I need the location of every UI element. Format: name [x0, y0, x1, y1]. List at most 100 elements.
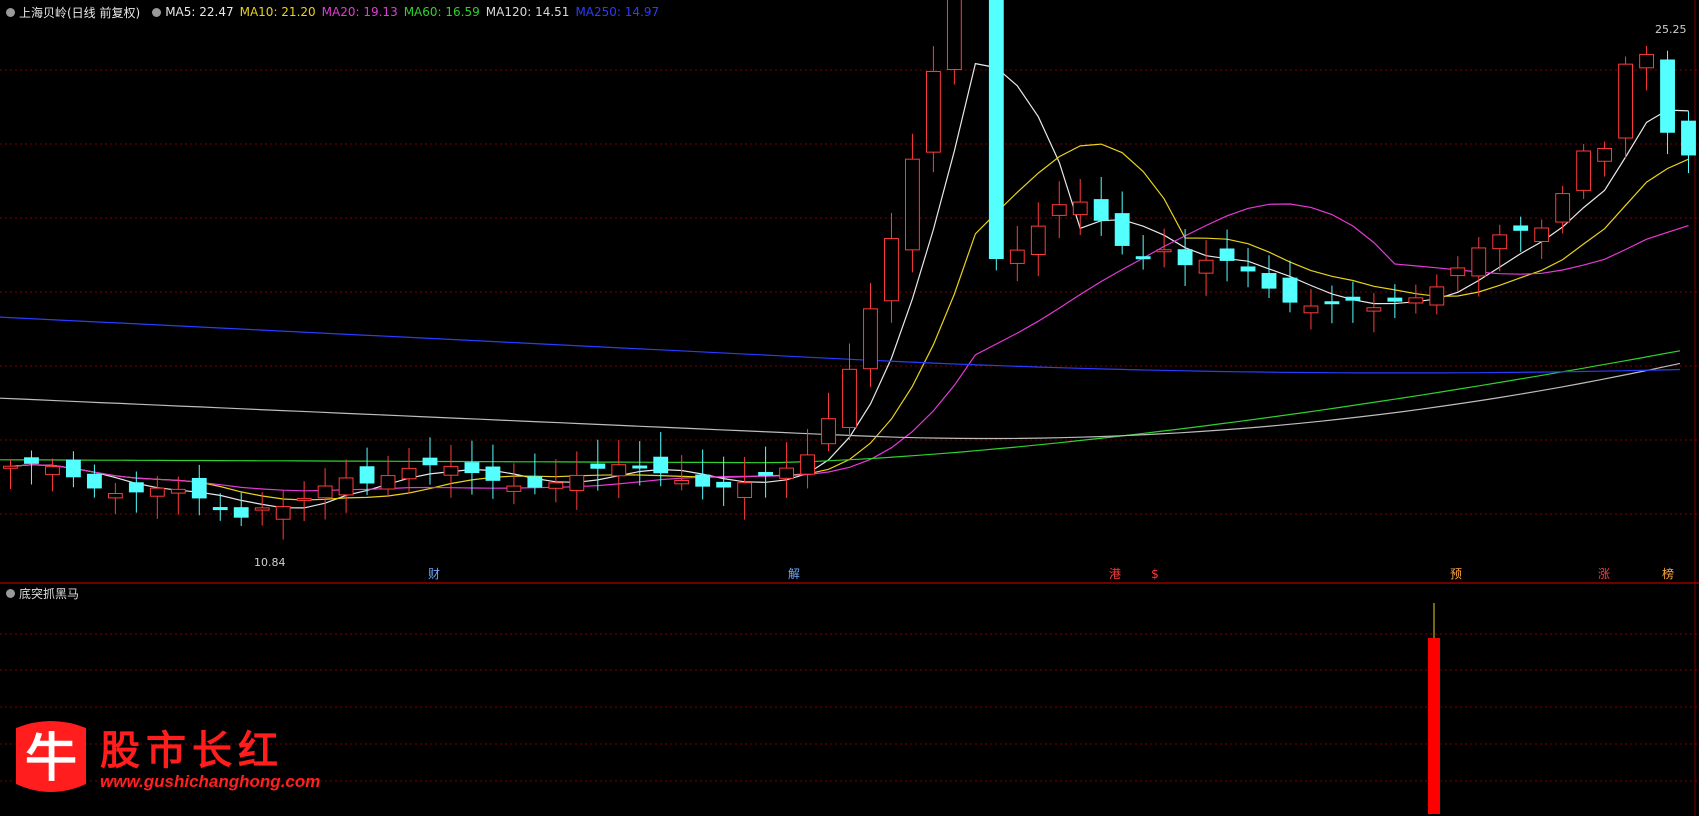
candlestick[interactable]: [695, 449, 711, 500]
low-price-label: 10.84: [254, 556, 286, 569]
candlestick[interactable]: [1660, 50, 1675, 155]
event-marker[interactable]: 预: [1450, 567, 1462, 581]
candlestick[interactable]: [317, 468, 333, 520]
candlestick[interactable]: [946, 0, 962, 85]
candlestick[interactable]: [842, 343, 857, 441]
candlestick[interactable]: [45, 458, 60, 492]
event-marker[interactable]: 财: [428, 567, 440, 581]
candlestick[interactable]: [716, 456, 732, 506]
candlestick[interactable]: [170, 476, 186, 515]
candlestick[interactable]: [1156, 228, 1172, 268]
candlestick[interactable]: [3, 459, 18, 489]
candlestick[interactable]: [1618, 56, 1634, 159]
candlestick[interactable]: [1576, 144, 1592, 199]
event-marker[interactable]: 港: [1109, 567, 1121, 581]
watermark-title: 股市长红: [100, 727, 284, 774]
event-marker[interactable]: 榜: [1662, 566, 1674, 581]
ma60-value: MA60: 16.59: [403, 5, 480, 19]
ma120-value: MA120: 14.51: [485, 5, 570, 19]
indicator-toggle-icon[interactable]: [6, 588, 15, 598]
ma250-value: MA250: 14.97: [575, 5, 660, 19]
logo-char: 牛: [25, 728, 77, 789]
candlestick[interactable]: [1555, 185, 1571, 234]
candlestick[interactable]: [443, 444, 459, 498]
candlestick[interactable]: [1303, 289, 1319, 330]
watermark-url: www.gushichanghong.com: [100, 772, 321, 791]
candlestick[interactable]: [884, 212, 899, 323]
candlestick[interactable]: [988, 0, 1004, 271]
stock-title: 上海贝岭(日线 前复权): [19, 5, 141, 20]
ma60-line: [0, 350, 1681, 464]
candlestick[interactable]: [191, 464, 207, 516]
candlestick[interactable]: [1681, 111, 1696, 174]
candlestick[interactable]: [275, 489, 291, 540]
candlestick[interactable]: [1030, 202, 1046, 277]
collapse-indicator-icon[interactable]: [6, 7, 15, 17]
candlestick[interactable]: [779, 442, 794, 498]
candlestick[interactable]: [485, 444, 501, 499]
candlestick[interactable]: [1345, 281, 1361, 323]
candlestick[interactable]: [1261, 255, 1277, 298]
event-marker[interactable]: $: [1151, 567, 1159, 581]
candlestick[interactable]: [296, 481, 312, 522]
candlestick[interactable]: [905, 133, 920, 273]
candlestick[interactable]: [611, 440, 627, 499]
candlestick[interactable]: [1429, 274, 1445, 315]
candlestick[interactable]: [1135, 235, 1151, 270]
candlestick[interactable]: [359, 447, 375, 496]
candlestick[interactable]: [1093, 176, 1109, 236]
candlestick[interactable]: [863, 283, 878, 388]
candlestick[interactable]: [1009, 225, 1025, 282]
candlestick[interactable]: [1639, 45, 1654, 91]
candlestick[interactable]: [1114, 191, 1130, 255]
candlestick[interactable]: [674, 455, 690, 491]
ma120-line: [0, 362, 1681, 440]
kline-chart-canvas[interactable]: 财 解 港 $ 预 涨 榜 25.25 10.84: [0, 0, 1699, 816]
candlestick[interactable]: [800, 428, 815, 489]
ma-settings-icon[interactable]: [152, 7, 162, 17]
candlestick[interactable]: [590, 439, 606, 491]
candlestick[interactable]: [1534, 219, 1550, 260]
event-markers: 财 解 港 $ 预 涨 榜: [428, 566, 1674, 581]
candlestick[interactable]: [24, 450, 39, 485]
candlestick[interactable]: [338, 459, 354, 513]
candlestick[interactable]: [737, 456, 753, 520]
candlestick[interactable]: [821, 392, 836, 452]
indicator-panel[interactable]: [1428, 603, 1440, 814]
candlestick[interactable]: [212, 493, 228, 521]
candlestick-series[interactable]: [3, 0, 1696, 540]
candlestick[interactable]: [1324, 285, 1340, 324]
candlestick[interactable]: [1219, 229, 1235, 282]
candlestick[interactable]: [86, 464, 102, 498]
candlestick[interactable]: [1450, 256, 1466, 292]
signal-bar[interactable]: [1428, 638, 1440, 814]
candlestick[interactable]: [1282, 260, 1298, 313]
candlestick[interactable]: [149, 476, 165, 519]
event-marker[interactable]: 涨: [1598, 566, 1610, 581]
candlestick[interactable]: [1471, 237, 1487, 297]
candlestick[interactable]: [1366, 292, 1382, 333]
candlestick[interactable]: [1408, 284, 1424, 314]
candlestick[interactable]: [401, 448, 417, 494]
candlestick[interactable]: [107, 482, 123, 515]
price-extreme-labels: 25.25 10.84: [254, 23, 1687, 569]
candlestick[interactable]: [1513, 216, 1529, 252]
ma10-line: [10, 143, 1689, 501]
candlestick[interactable]: [1597, 141, 1613, 177]
candlestick[interactable]: [569, 451, 585, 510]
candlestick[interactable]: [1051, 181, 1067, 239]
bull-logo-icon: 牛: [16, 721, 86, 792]
ma250-line: [0, 316, 1681, 374]
candlestick[interactable]: [632, 441, 648, 486]
candlestick[interactable]: [380, 455, 396, 498]
candlestick[interactable]: [506, 463, 522, 505]
candlestick[interactable]: [1198, 240, 1214, 296]
candlestick[interactable]: [233, 492, 249, 527]
candlestick[interactable]: [422, 437, 438, 485]
candlestick[interactable]: [464, 440, 480, 495]
event-marker[interactable]: 解: [788, 567, 800, 581]
candlestick[interactable]: [65, 451, 81, 488]
candlestick[interactable]: [758, 446, 774, 498]
candlestick[interactable]: [925, 46, 941, 173]
candlestick[interactable]: [1240, 248, 1256, 288]
